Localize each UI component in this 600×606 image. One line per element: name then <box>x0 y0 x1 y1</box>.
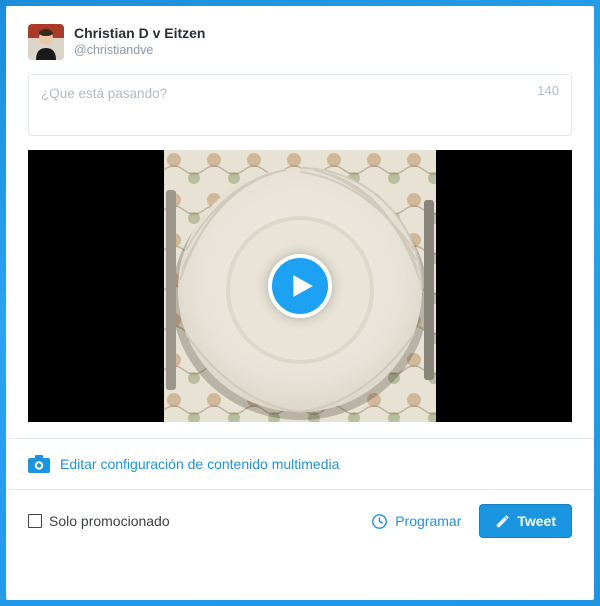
profile-header: Christian D v Eitzen @christiandve <box>28 24 572 60</box>
profile-name: Christian D v Eitzen <box>74 25 205 42</box>
avatar[interactable] <box>28 24 64 60</box>
checkbox-icon <box>28 514 42 528</box>
schedule-button[interactable]: Programar <box>371 513 461 530</box>
footer-bar: Solo promocionado Programar Tweet <box>6 490 594 552</box>
edit-media-label: Editar configuración de contenido multim… <box>60 456 339 472</box>
play-button[interactable] <box>268 254 332 318</box>
compose-card: Christian D v Eitzen @christiandve ¿Que … <box>6 6 594 600</box>
compose-placeholder: ¿Que está pasando? <box>41 86 167 101</box>
promoted-only-label: Solo promocionado <box>49 513 170 529</box>
play-icon <box>289 273 315 299</box>
tweet-button[interactable]: Tweet <box>479 504 572 538</box>
media-preview <box>28 150 572 422</box>
compose-box[interactable]: ¿Que está pasando? 140 <box>28 74 572 136</box>
promoted-only-toggle[interactable]: Solo promocionado <box>28 513 170 529</box>
clock-icon <box>371 513 388 530</box>
char-count: 140 <box>537 83 559 98</box>
profile-text: Christian D v Eitzen @christiandve <box>74 25 205 58</box>
compose-icon <box>495 514 510 529</box>
tweet-label: Tweet <box>517 513 556 529</box>
camera-icon <box>28 455 50 473</box>
schedule-label: Programar <box>395 513 461 529</box>
edit-media-settings[interactable]: Editar configuración de contenido multim… <box>6 439 594 489</box>
main-area: Christian D v Eitzen @christiandve ¿Que … <box>6 6 594 438</box>
profile-handle: @christiandve <box>74 42 205 58</box>
